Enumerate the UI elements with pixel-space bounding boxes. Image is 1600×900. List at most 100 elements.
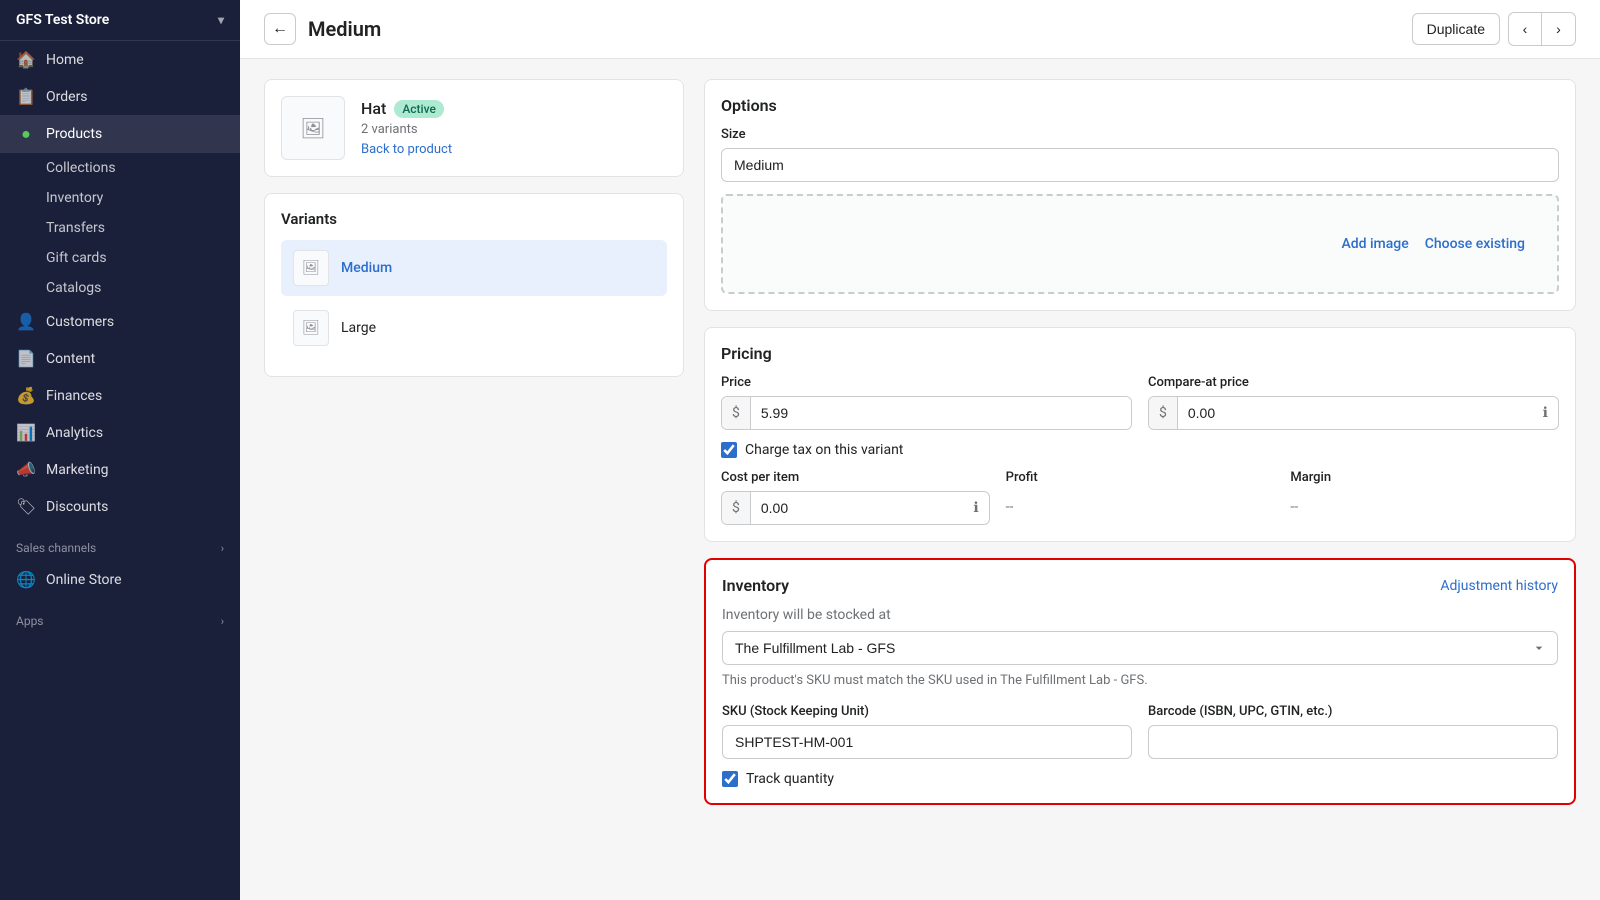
duplicate-button[interactable]: Duplicate [1412,13,1500,45]
sidebar-item-discounts[interactable]: 🏷 Discounts [0,488,240,525]
add-image-link[interactable]: Add image [1341,236,1408,252]
prev-button[interactable]: ‹ [1508,12,1542,46]
variant-thumb-icon-large: 🖼 [302,320,320,336]
image-upload-area: Add image Choose existing [721,194,1559,294]
sales-channels-section[interactable]: Sales channels › [0,525,240,561]
sidebar-item-finances[interactable]: 💰 Finances [0,377,240,414]
discounts-icon: 🏷 [16,497,36,516]
cost-input-wrapper: $ ℹ [721,491,990,525]
analytics-icon: 📊 [16,423,36,442]
fulfillment-select[interactable]: The Fulfillment Lab - GFS [722,631,1558,665]
products-icon: ● [16,124,36,144]
cost-grid: Cost per item $ ℹ Profit -- Margin -- [721,470,1559,525]
sidebar-item-marketing[interactable]: 📣 Marketing [0,451,240,488]
sub-label-inventory: Inventory [46,190,103,206]
sidebar-item-customers[interactable]: 👤 Customers [0,303,240,340]
apps-section[interactable]: Apps › [0,598,240,634]
barcode-field: Barcode (ISBN, UPC, GTIN, etc.) [1148,704,1558,759]
marketing-icon: 📣 [16,460,36,479]
product-thumb-icon: 🖼 [300,116,325,140]
sidebar-item-content[interactable]: 📄 Content [0,340,240,377]
price-input[interactable] [751,397,1131,429]
sku-barcode-grid: SKU (Stock Keeping Unit) Barcode (ISBN, … [722,704,1558,759]
variant-thumb-medium: 🖼 [293,250,329,286]
sidebar-sub-collections[interactable]: Collections [0,153,240,183]
variant-item-medium[interactable]: 🖼 Medium [281,240,667,296]
next-button[interactable]: › [1542,12,1576,46]
sidebar-item-label-products: Products [46,126,102,142]
cost-input[interactable] [751,492,963,524]
sidebar-item-label-content: Content [46,351,95,367]
nav-arrows: ‹ › [1508,12,1576,46]
store-selector[interactable]: GFS Test Store ▾ [0,0,240,41]
finances-icon: 💰 [16,386,36,405]
customers-icon: 👤 [16,312,36,331]
store-dropdown-icon: ▾ [218,13,224,27]
profit-field: Profit -- [1006,470,1275,525]
variant-label-medium: Medium [341,260,392,276]
price-label: Price [721,375,1132,390]
sku-field: SKU (Stock Keeping Unit) [722,704,1132,759]
choose-existing-link[interactable]: Choose existing [1425,236,1525,252]
back-to-product-link[interactable]: Back to product [361,142,452,157]
pricing-grid: Price $ Compare-at price $ ℹ [721,375,1559,430]
sidebar-item-label-orders: Orders [46,89,88,105]
cost-info-icon[interactable]: ℹ [963,492,988,524]
topbar-right: Duplicate ‹ › [1412,12,1576,46]
variants-card: Variants 🖼 Medium 🖼 Large [264,193,684,377]
size-input[interactable] [721,148,1559,182]
inventory-warning-text: This product's SKU must match the SKU us… [722,673,1558,688]
product-active-badge: Active [394,100,444,118]
sales-channels-label: Sales channels [16,541,96,555]
sidebar-item-products[interactable]: ● Products [0,115,240,153]
price-input-wrapper: $ [721,396,1132,430]
main-content: ← Medium Duplicate ‹ › 🖼 Hat [240,0,1600,900]
compare-price-label: Compare-at price [1148,375,1559,390]
back-icon: ← [272,20,288,38]
sidebar-item-label-home: Home [46,52,84,68]
apps-chevron: › [221,615,224,628]
compare-info-icon[interactable]: ℹ [1533,397,1558,429]
sidebar-item-label-customers: Customers [46,314,114,330]
sidebar-item-analytics[interactable]: 📊 Analytics [0,414,240,451]
charge-tax-checkbox[interactable] [721,442,737,458]
store-name: GFS Test Store [16,12,109,28]
barcode-input[interactable] [1148,725,1558,759]
sidebar-item-label-finances: Finances [46,388,102,404]
online-store-icon: 🌐 [16,570,36,589]
variant-thumb-icon-medium: 🖼 [302,260,320,276]
track-quantity-row: Track quantity [722,771,1558,787]
sub-label-catalogs: Catalogs [46,280,101,296]
sidebar: GFS Test Store ▾ 🏠 Home 📋 Orders ● Produ… [0,0,240,900]
product-name-text: Hat [361,99,386,118]
price-currency: $ [722,397,751,429]
product-info-card: 🖼 Hat Active 2 variants Back to product [264,79,684,177]
barcode-label: Barcode (ISBN, UPC, GTIN, etc.) [1148,704,1558,719]
sidebar-item-home[interactable]: 🏠 Home [0,41,240,78]
right-column: Options Size Add image Choose existing P… [704,79,1576,805]
sidebar-sub-gift-cards[interactable]: Gift cards [0,243,240,273]
pricing-card: Pricing Price $ Compare-at price $ [704,327,1576,542]
home-icon: 🏠 [16,50,36,69]
left-column: 🖼 Hat Active 2 variants Back to product … [264,79,684,805]
sidebar-item-label-discounts: Discounts [46,499,108,515]
sub-label-gift-cards: Gift cards [46,250,107,266]
sub-label-collections: Collections [46,160,116,176]
adjustment-history-link[interactable]: Adjustment history [1440,578,1558,594]
back-button[interactable]: ← [264,13,296,45]
orders-icon: 📋 [16,87,36,106]
cost-label: Cost per item [721,470,990,485]
sku-input[interactable] [722,725,1132,759]
sidebar-sub-inventory[interactable]: Inventory [0,183,240,213]
track-quantity-label: Track quantity [746,771,834,787]
margin-field: Margin -- [1290,470,1559,525]
variant-item-large[interactable]: 🖼 Large [281,300,667,356]
sidebar-item-label-analytics: Analytics [46,425,103,441]
charge-tax-label: Charge tax on this variant [745,442,903,458]
sidebar-sub-catalogs[interactable]: Catalogs [0,273,240,303]
compare-price-input[interactable] [1178,397,1533,429]
sidebar-sub-transfers[interactable]: Transfers [0,213,240,243]
sidebar-item-orders[interactable]: 📋 Orders [0,78,240,115]
track-quantity-checkbox[interactable] [722,771,738,787]
sidebar-item-online-store[interactable]: 🌐 Online Store [0,561,240,598]
